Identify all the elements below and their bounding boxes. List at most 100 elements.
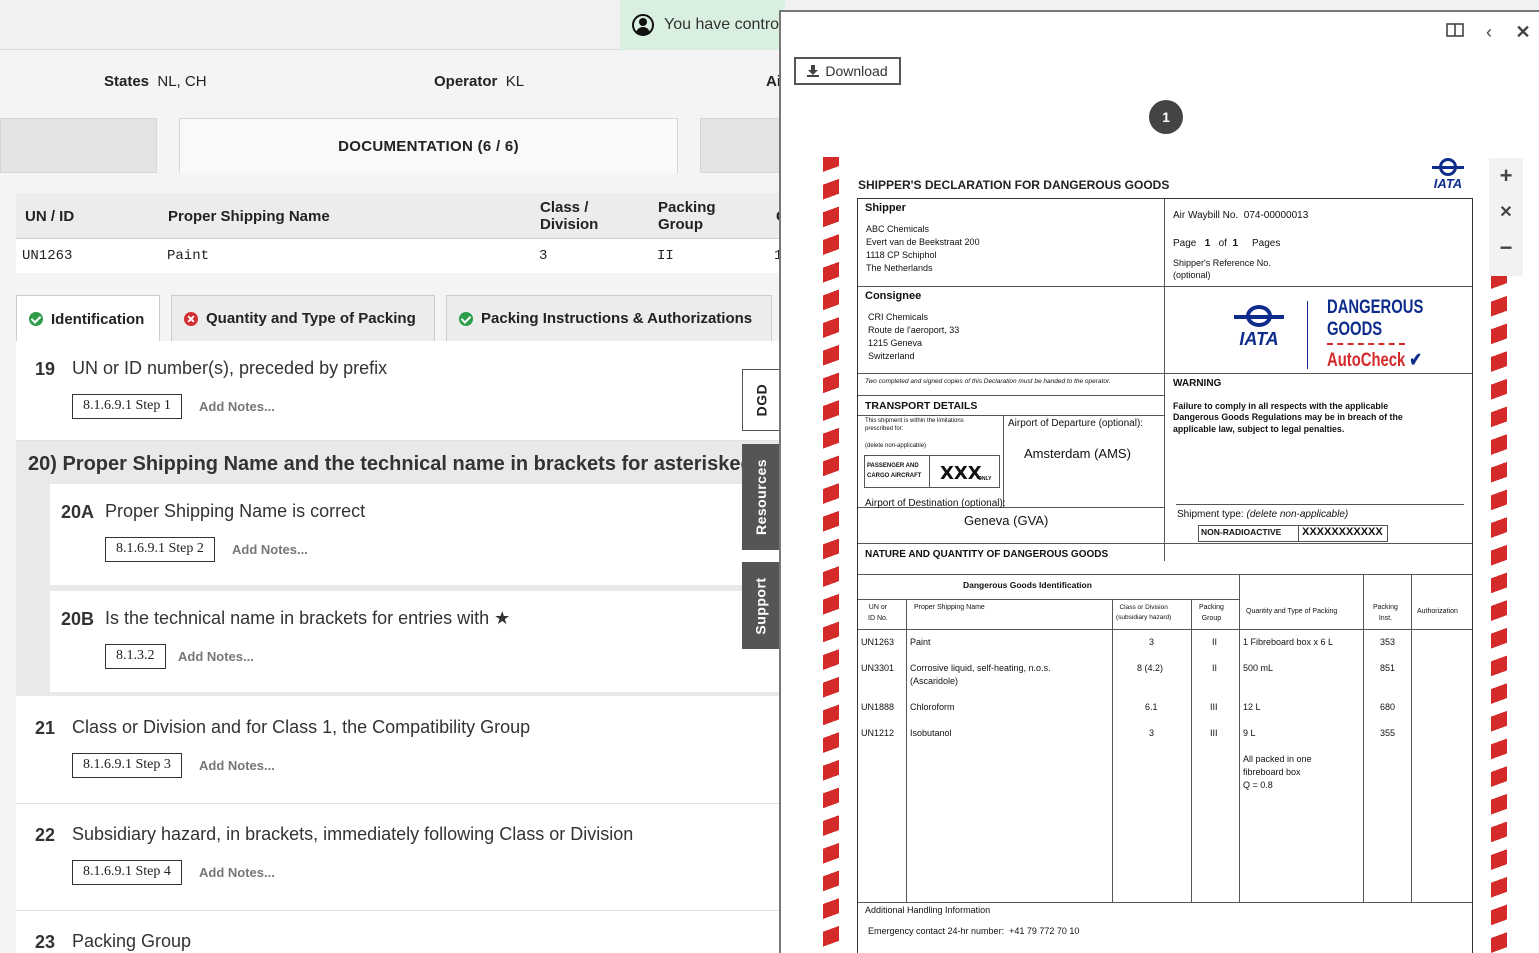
dg-table-header: UN / ID Proper Shipping Name Class / Divi…: [16, 193, 790, 239]
cell-psn: Chloroform: [910, 702, 955, 712]
packed-line3: Q = 0.8: [1243, 780, 1273, 791]
emergency-contact: Emergency contact 24-hr number: +41 79 7…: [868, 925, 1079, 938]
tab-identification[interactable]: Identification: [16, 295, 160, 342]
limitations-line1: This shipment is within the limitations: [865, 418, 964, 424]
shipper-reference-label: Shipper's Reference No.: [1173, 258, 1271, 268]
declaration-form: Shipper ABC Chemicals Evert van de Beeks…: [857, 198, 1473, 953]
col-class-line1: Class /: [540, 199, 589, 216]
cell-pg: II: [1212, 637, 1218, 647]
col-un-header: UN or ID No.: [868, 603, 888, 624]
iata-logo-large: IATA: [1224, 305, 1294, 350]
side-tab-resources-label: Resources: [753, 458, 769, 536]
item-number: 23: [35, 932, 56, 952]
table-row[interactable]: UN1263 Paint 3 II 1: [16, 239, 790, 273]
transport-details-label: TRANSPORT DETAILS: [865, 400, 978, 412]
limitations-note: This shipment is within the limitations p…: [865, 418, 964, 434]
of-value: 1: [1232, 238, 1239, 249]
of-label: of: [1218, 238, 1227, 249]
col-class-line2: Division: [540, 216, 599, 233]
col-class-hdr2: (subsidiary hazard): [1116, 613, 1172, 621]
page-label: Page: [1173, 238, 1197, 249]
check-circle-icon: [459, 311, 473, 326]
side-tab-support[interactable]: Support: [742, 562, 780, 649]
checklist-item-20a: 20A Proper Shipping Name is correct 8.1.…: [50, 484, 790, 585]
warning-text: Failure to comply in all respects with t…: [1173, 401, 1403, 435]
declaration-title: SHIPPER'S DECLARATION FOR DANGEROUS GOOD…: [858, 178, 1170, 192]
chevron-left-icon[interactable]: ‹: [1479, 22, 1499, 42]
col-pg-header: Packing Group: [1199, 603, 1224, 624]
tab-quantity-packing[interactable]: Quantity and Type of Packing: [171, 295, 435, 341]
col-psn-header: Proper Shipping Name: [914, 604, 985, 611]
tab-previous-section[interactable]: [0, 118, 157, 173]
shipper-line: Evert van de Beekstraat 200: [866, 237, 980, 247]
add-notes-link[interactable]: Add Notes...: [199, 758, 275, 773]
add-notes-link[interactable]: Add Notes...: [232, 542, 308, 557]
consignee-line: 1215 Geneva: [868, 338, 923, 348]
item-text: Subsidiary hazard, in brackets, immediat…: [72, 824, 634, 844]
warning-line3: applicable law, subject to legal penalti…: [1173, 423, 1345, 434]
row-un: UN1263: [22, 248, 73, 264]
states-info: States NL, CH: [104, 73, 207, 90]
cell-psn: Isobutanol: [910, 728, 952, 738]
awb-value: 074-00000013: [1243, 210, 1309, 221]
item-number: 20A: [61, 502, 95, 522]
col-class-header: Class or Division (subsidiary hazard): [1116, 603, 1171, 623]
emergency-label: Emergency contact 24-hr number:: [868, 926, 1005, 936]
limitations-line2: prescribed for:: [865, 425, 904, 432]
shipper-line: 1118 CP Schiphol: [866, 250, 937, 260]
download-button[interactable]: Download: [794, 57, 901, 85]
shipper-reference-optional: (optional): [1173, 270, 1211, 280]
split-view-icon[interactable]: [1445, 22, 1465, 42]
zoom-out-button[interactable]: −: [1489, 230, 1523, 266]
side-tab-dgd[interactable]: DGD: [742, 369, 780, 431]
cell-un: UN1212: [861, 728, 895, 738]
warning-label: WARNING: [1173, 378, 1222, 389]
checklist-tabs: Identification Quantity and Type of Pack…: [16, 295, 790, 342]
item-number: 21: [35, 718, 56, 738]
cell-un: UN1888: [861, 702, 895, 712]
destination-label: Airport of Destination (optional):: [865, 498, 1006, 509]
col-un-id: UN / ID: [25, 208, 75, 225]
tab-documentation-label: DOCUMENTATION (6 / 6): [338, 137, 519, 155]
checklist-panel: 19 UN or ID number(s), preceded by prefi…: [16, 341, 790, 953]
close-icon[interactable]: ✕: [1513, 22, 1533, 42]
zoom-in-button[interactable]: +: [1489, 158, 1523, 194]
cell-qty: 500 mL: [1243, 663, 1274, 673]
cell-pg: III: [1210, 728, 1218, 738]
iata-logo-text: IATA: [1433, 176, 1463, 191]
autocheck-text: AutoCheck ✔: [1327, 349, 1422, 372]
col-packing-group: Packing Group: [658, 199, 716, 233]
tab-next-section[interactable]: [700, 118, 790, 173]
add-notes-link[interactable]: Add Notes...: [199, 399, 275, 414]
autocheck-label: AutoCheck: [1327, 350, 1406, 371]
reset-zoom-button[interactable]: ✕: [1489, 194, 1523, 230]
page-value: 1: [1204, 238, 1211, 249]
tab-packing-instructions[interactable]: Packing Instructions & Authorizations: [446, 295, 772, 341]
tab-documentation[interactable]: DOCUMENTATION (6 / 6): [179, 118, 678, 173]
col-packing-line2: Group: [658, 216, 703, 233]
check-circle-icon: [29, 312, 43, 326]
page-number-badge: 1: [1149, 100, 1183, 134]
iata-logo: IATA: [1425, 158, 1471, 194]
control-banner-text: You have control: [664, 16, 783, 33]
reference-button[interactable]: 8.1.6.9.1 Step 2: [105, 537, 215, 562]
add-notes-link[interactable]: Add Notes...: [199, 865, 275, 880]
cell-qty: 12 L: [1243, 702, 1261, 712]
add-notes-link[interactable]: Add Notes...: [178, 649, 254, 664]
reference-button[interactable]: 8.1.6.9.1 Step 4: [72, 860, 182, 885]
row-group: II: [657, 248, 674, 264]
reference-button[interactable]: 8.1.3.2: [105, 644, 166, 669]
cell-psn: Corrosive liquid, self-heating, n.o.s.: [910, 663, 1051, 673]
item-text: UN or ID number(s), preceded by prefix: [72, 358, 388, 378]
side-tab-resources[interactable]: Resources: [742, 444, 780, 550]
col-packing-line1: Packing: [658, 199, 716, 216]
hatched-border-left: [823, 157, 839, 953]
pax-cargo-label: PASSENGER AND CARGO AIRCRAFT: [867, 462, 921, 481]
dg-logo-line2: GOODS: [1327, 319, 1383, 340]
reference-button[interactable]: 8.1.6.9.1 Step 1: [72, 394, 182, 419]
cell-class: 3: [1149, 728, 1155, 738]
operator-value: KL: [505, 73, 525, 90]
reference-button[interactable]: 8.1.6.9.1 Step 3: [72, 753, 182, 778]
app-root: You have control States NL, CH Operator …: [0, 0, 1539, 953]
states-label: States: [104, 73, 150, 90]
